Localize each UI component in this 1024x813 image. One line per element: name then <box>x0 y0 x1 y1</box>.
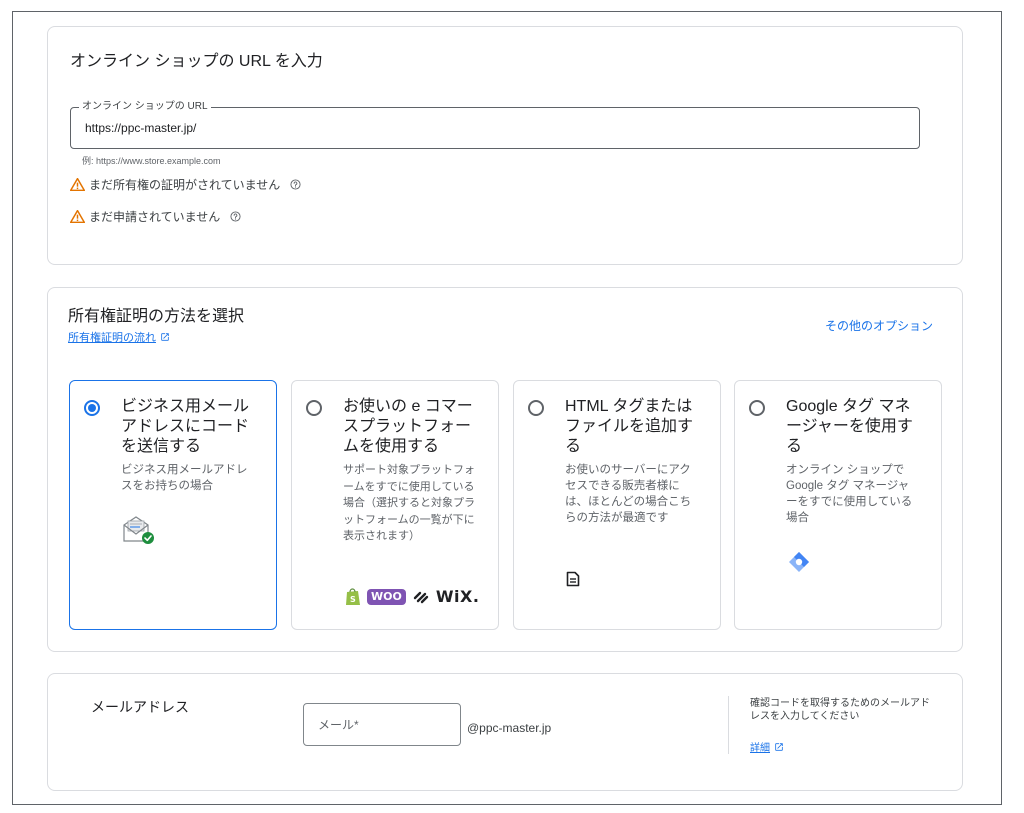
email-domain-suffix: @ppc-master.jp <box>467 721 552 735</box>
file-icon <box>566 571 580 587</box>
mail-check-icon <box>123 516 154 544</box>
shop-url-field-label: オンライン ショップの URL <box>79 101 211 113</box>
svg-text:S: S <box>350 595 356 604</box>
radio-unselected[interactable] <box>528 400 544 416</box>
gtm-icon <box>789 552 809 572</box>
wix-logo: WiX. <box>435 587 480 606</box>
verification-flow-link-text[interactable]: 所有権証明の流れ <box>68 329 156 345</box>
divider <box>728 696 729 754</box>
option-business-email[interactable]: ビジネス用メールアドレスにコードを送信する ビジネス用メールアドレスをお持ちの場… <box>69 380 277 630</box>
squarespace-logo-icon <box>413 591 429 603</box>
warning-ownership: まだ所有権の証明がされていません <box>70 176 301 193</box>
email-card: メールアドレス @ppc-master.jp 確認コードを取得するためのメールア… <box>47 673 963 791</box>
details-link-text[interactable]: 詳細 <box>750 739 770 754</box>
email-help-text: 確認コードを取得するためのメールアドレスを入力してください <box>750 698 930 722</box>
email-input[interactable] <box>305 705 459 744</box>
shopify-logo-icon: S <box>346 588 360 605</box>
warning-application-text: まだ申請されていません <box>89 210 221 224</box>
option-title: HTML タグまたはファイルを追加する <box>565 398 694 455</box>
radio-unselected[interactable] <box>306 400 322 416</box>
details-link[interactable]: 詳細 <box>750 739 784 754</box>
option-html-tag[interactable]: HTML タグまたはファイルを追加する お使いのサーバーにアクセスできる販売者様… <box>513 380 721 630</box>
platform-logos: S WOO WiX. <box>345 587 479 606</box>
option-description: ビジネス用メールアドレスをお持ちの場合 <box>121 464 248 492</box>
option-description: サポート対象プラットフォームをすでに使用している場合（選択すると対象プラットフォ… <box>343 464 475 542</box>
radio-unselected[interactable] <box>749 400 765 416</box>
verification-title: 所有権証明の方法を選択 <box>68 308 245 325</box>
shop-url-value[interactable]: https://ppc-master.jp/ <box>85 121 196 135</box>
other-options-link[interactable]: その他のオプション <box>825 317 933 334</box>
help-icon[interactable] <box>290 179 301 190</box>
option-title: Google タグ マネージャーを使用する <box>786 398 913 455</box>
url-section-title: オンライン ショップの URL を入力 <box>70 53 323 70</box>
radio-selected[interactable] <box>84 400 100 416</box>
page-frame: オンライン ショップの URL を入力 オンライン ショップの URL http… <box>12 11 1002 805</box>
warning-application: まだ申請されていません <box>70 208 241 225</box>
warning-ownership-text: まだ所有権の証明がされていません <box>89 178 281 192</box>
option-description: お使いのサーバーにアクセスできる販売者様には、ほとんどの場合こちらの方法が最適で… <box>565 464 692 524</box>
email-field[interactable] <box>303 703 461 746</box>
verification-card: 所有権証明の方法を選択 所有権証明の流れ その他のオプション ビジネス用メールア… <box>47 287 963 652</box>
warning-icon <box>70 178 85 191</box>
open-in-new-icon <box>161 333 169 341</box>
shop-url-hint: 例: https://www.store.example.com <box>82 156 221 166</box>
option-ecommerce-platform[interactable]: お使いの e コマースプラットフォームを使用する サポート対象プラットフォームを… <box>291 380 499 630</box>
open-in-new-icon <box>775 742 783 751</box>
warning-icon <box>70 210 85 223</box>
email-label: メールアドレス <box>91 699 189 715</box>
option-title: ビジネス用メールアドレスにコードを送信する <box>121 398 250 455</box>
option-title: お使いの e コマースプラットフォームを使用する <box>343 398 473 455</box>
shop-url-field[interactable]: オンライン ショップの URL https://ppc-master.jp/ <box>70 101 920 149</box>
option-google-tag-manager[interactable]: Google タグ マネージャーを使用する オンライン ショップで Google… <box>734 380 942 630</box>
verification-flow-link[interactable]: 所有権証明の流れ <box>68 329 170 345</box>
woo-logo: WOO <box>367 588 406 605</box>
url-card: オンライン ショップの URL を入力 オンライン ショップの URL http… <box>47 26 963 265</box>
option-description: オンライン ショップで Google タグ マネージャーをすでに使用している場合 <box>786 464 913 524</box>
help-icon[interactable] <box>230 211 241 222</box>
